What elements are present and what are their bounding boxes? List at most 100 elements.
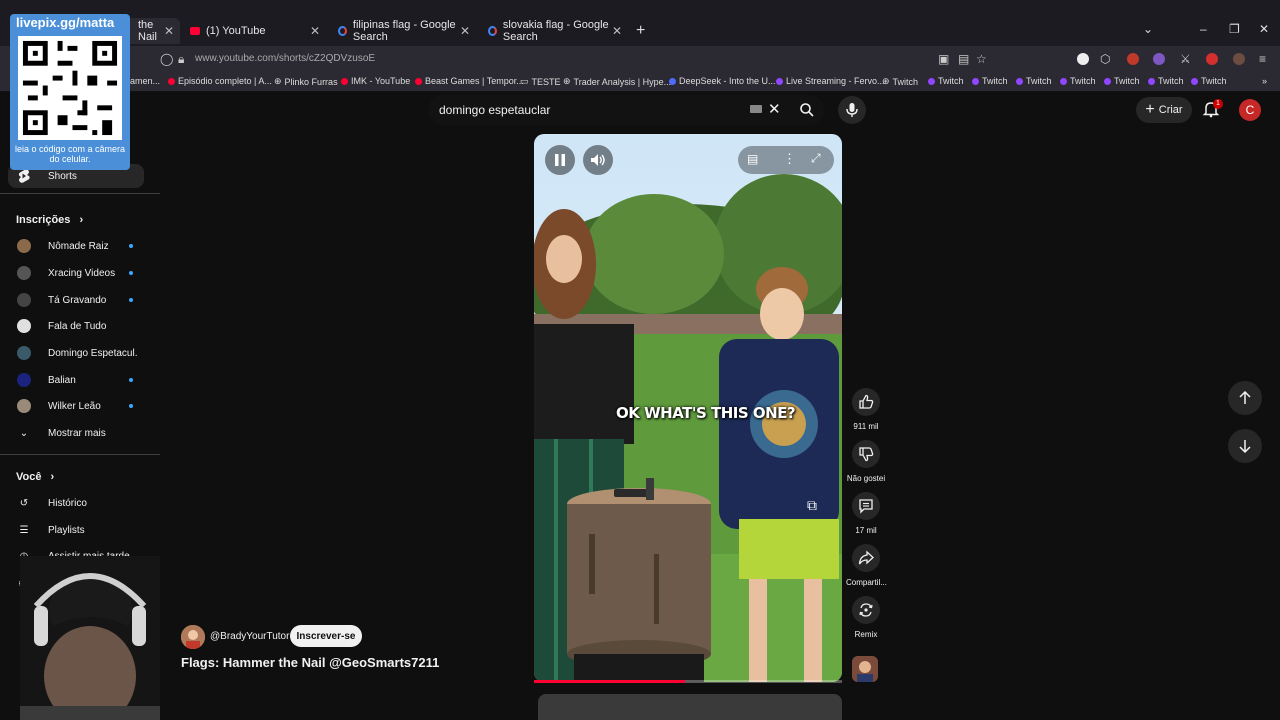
pause-button[interactable] — [545, 145, 575, 175]
bookmark-item[interactable]: Twitch — [1191, 76, 1227, 86]
more-options-icon[interactable]: ⋮ — [783, 151, 796, 167]
bookmark-item[interactable]: ⊕ Twitch — [882, 76, 918, 87]
address-bar: ◯ 🔒︎ www.youtube.com/shorts/cZ2QDVzusoE … — [0, 46, 1280, 72]
clear-search-icon[interactable]: ✕ — [768, 100, 781, 118]
video-title[interactable]: Flags: Hammer the Nail @GeoSmarts7211 — [181, 655, 439, 670]
close-icon[interactable]: ✕ — [310, 24, 320, 38]
search-box[interactable]: domingo espetauclar ✕ — [428, 95, 790, 125]
subscriptions-heading[interactable]: Inscrições › — [16, 214, 83, 226]
pip-icon[interactable]: ⧉ — [807, 497, 817, 514]
like-action[interactable]: 911 mil — [846, 388, 886, 431]
menu-icon[interactable]: ≡ — [1259, 52, 1266, 66]
bookmark-item[interactable]: Episódio completo | A... — [168, 76, 272, 86]
video-caption: OK WHAT'S THIS ONE? — [616, 404, 796, 422]
next-short-preview[interactable] — [538, 694, 842, 720]
video-progress-bar[interactable] — [534, 680, 842, 683]
bookmark-item[interactable]: amen... — [130, 76, 160, 86]
comments-action[interactable]: 17 mil — [846, 492, 886, 535]
tab-google-filipinas[interactable]: filipinas flag - Google Search ✕ — [330, 18, 476, 44]
bookmark-item[interactable]: Beast Games | Tempor... — [415, 76, 524, 86]
bookmark-item[interactable]: DeepSeek - Into the U... — [669, 76, 776, 86]
volume-button[interactable] — [583, 145, 613, 175]
captions-icon[interactable]: ▤ — [747, 152, 758, 166]
fullscreen-icon[interactable]: ⤢ — [811, 151, 821, 166]
reader-icon[interactable]: ▤ — [958, 52, 969, 66]
extension-icon[interactable] — [1077, 53, 1089, 65]
window-close-icon[interactable]: ✕ — [1259, 22, 1269, 36]
bookmarks-overflow-icon[interactable]: » — [1262, 76, 1267, 86]
close-icon[interactable]: ✕ — [612, 24, 622, 38]
bookmark-item[interactable]: ⊕ Trader Analysis | Hype... — [563, 76, 671, 87]
sidebar-item-subscription[interactable]: Balian — [8, 368, 144, 392]
share-button[interactable] — [852, 544, 880, 572]
sidebar-item-subscription[interactable]: Domingo Espetacul... — [8, 341, 144, 365]
extension-icon[interactable]: ⚔ — [1180, 52, 1191, 66]
like-button[interactable] — [852, 388, 880, 416]
next-short-button[interactable] — [1228, 429, 1262, 463]
channel-thumbnail[interactable] — [852, 656, 878, 682]
minimize-icon[interactable]: – — [1200, 22, 1207, 36]
sidebar-item-subscription[interactable]: Fala de Tudo — [8, 314, 144, 338]
remix-button[interactable] — [852, 596, 880, 624]
bookmarks-bar: amen... Episódio completo | A... ⊕ Plinko… — [0, 72, 1280, 92]
new-content-dot — [129, 244, 133, 248]
channel-avatar — [17, 399, 31, 413]
channel-name: Nômade Raiz — [48, 240, 109, 252]
share-action[interactable]: Compartil... — [846, 544, 887, 587]
sidebar-item-subscription[interactable]: Xracing Videos — [8, 261, 144, 285]
extension-icon[interactable] — [1153, 53, 1165, 65]
comments-button[interactable] — [852, 492, 880, 520]
extension-off-icon[interactable] — [1233, 53, 1245, 65]
search-input[interactable]: domingo espetauclar — [439, 103, 550, 117]
close-icon[interactable]: ✕ — [460, 24, 470, 38]
google-favicon-icon — [338, 26, 347, 36]
remix-action[interactable]: Remix — [846, 596, 886, 639]
tab-list-chevron-icon[interactable]: ⌄ — [1143, 22, 1153, 36]
adblock-icon[interactable] — [1206, 53, 1218, 65]
dislike-button[interactable] — [852, 440, 880, 468]
bookmark-item[interactable]: Live Streaming - Fervo... — [776, 76, 885, 86]
bookmark-star-icon[interactable]: ☆ — [976, 52, 987, 66]
maximize-icon[interactable]: ❐ — [1229, 22, 1240, 36]
tab-youtube[interactable]: (1) YouTube ✕ — [182, 18, 326, 44]
bookmark-item[interactable]: Twitch — [1148, 76, 1184, 86]
account-avatar[interactable]: C — [1239, 99, 1261, 121]
show-more-button[interactable]: ⌄ Mostrar mais — [8, 421, 144, 445]
search-button[interactable] — [790, 95, 824, 125]
bookmark-item[interactable]: IMK - YouTube — [341, 76, 410, 86]
sidebar-item-history[interactable]: ↺ Histórico — [8, 491, 144, 515]
create-button[interactable]: + Criar — [1136, 97, 1192, 123]
bookmark-item[interactable]: Twitch — [928, 76, 964, 86]
voice-search-button[interactable] — [838, 96, 866, 124]
channel-avatar[interactable] — [181, 625, 205, 649]
sidebar-item-playlists[interactable]: ☰ Playlists — [8, 518, 144, 542]
dislike-action[interactable]: Não gostei — [846, 440, 886, 483]
pip-icon[interactable]: ▣ — [938, 52, 949, 66]
puzzle-icon[interactable]: ⬡ — [1100, 52, 1110, 66]
bookmark-folder[interactable]: ▭ TESTE — [520, 76, 561, 87]
new-content-dot — [129, 378, 133, 382]
url-field[interactable]: www.youtube.com/shorts/cZ2QDVzusoE — [195, 53, 375, 64]
twitch-icon — [776, 77, 783, 85]
sidebar-item-subscription[interactable]: Wilker Leão — [8, 394, 144, 418]
tab-google-slovakia[interactable]: slovakia flag - Google Search ✕ — [480, 18, 628, 44]
sidebar-item-subscription[interactable]: Nômade Raiz — [8, 234, 144, 258]
bookmark-item[interactable]: ⊕ Plinko Furras — [274, 76, 338, 87]
keyboard-icon[interactable] — [750, 105, 762, 113]
twitch-icon — [1060, 77, 1067, 85]
bookmark-item[interactable]: Twitch — [1104, 76, 1140, 86]
bookmark-item[interactable]: Twitch — [1060, 76, 1096, 86]
bookmark-item[interactable]: Twitch — [972, 76, 1008, 86]
bookmark-item[interactable]: Twitch — [1016, 76, 1052, 86]
qr-code-icon — [18, 36, 122, 140]
sidebar-item-subscription[interactable]: Tá Gravando — [8, 288, 144, 312]
you-heading[interactable]: Você › — [16, 471, 54, 483]
close-icon[interactable]: ✕ — [164, 24, 174, 38]
lock-icon[interactable]: 🔒︎ — [178, 52, 184, 67]
subscribe-button[interactable]: Inscrever-se — [290, 625, 362, 647]
new-tab-button[interactable]: + — [636, 22, 645, 40]
previous-short-button[interactable] — [1228, 381, 1262, 415]
channel-handle[interactable]: @BradyYourTutor — [210, 631, 289, 642]
shield-icon[interactable]: ◯ — [160, 52, 173, 66]
extension-badge-icon[interactable] — [1127, 53, 1139, 65]
